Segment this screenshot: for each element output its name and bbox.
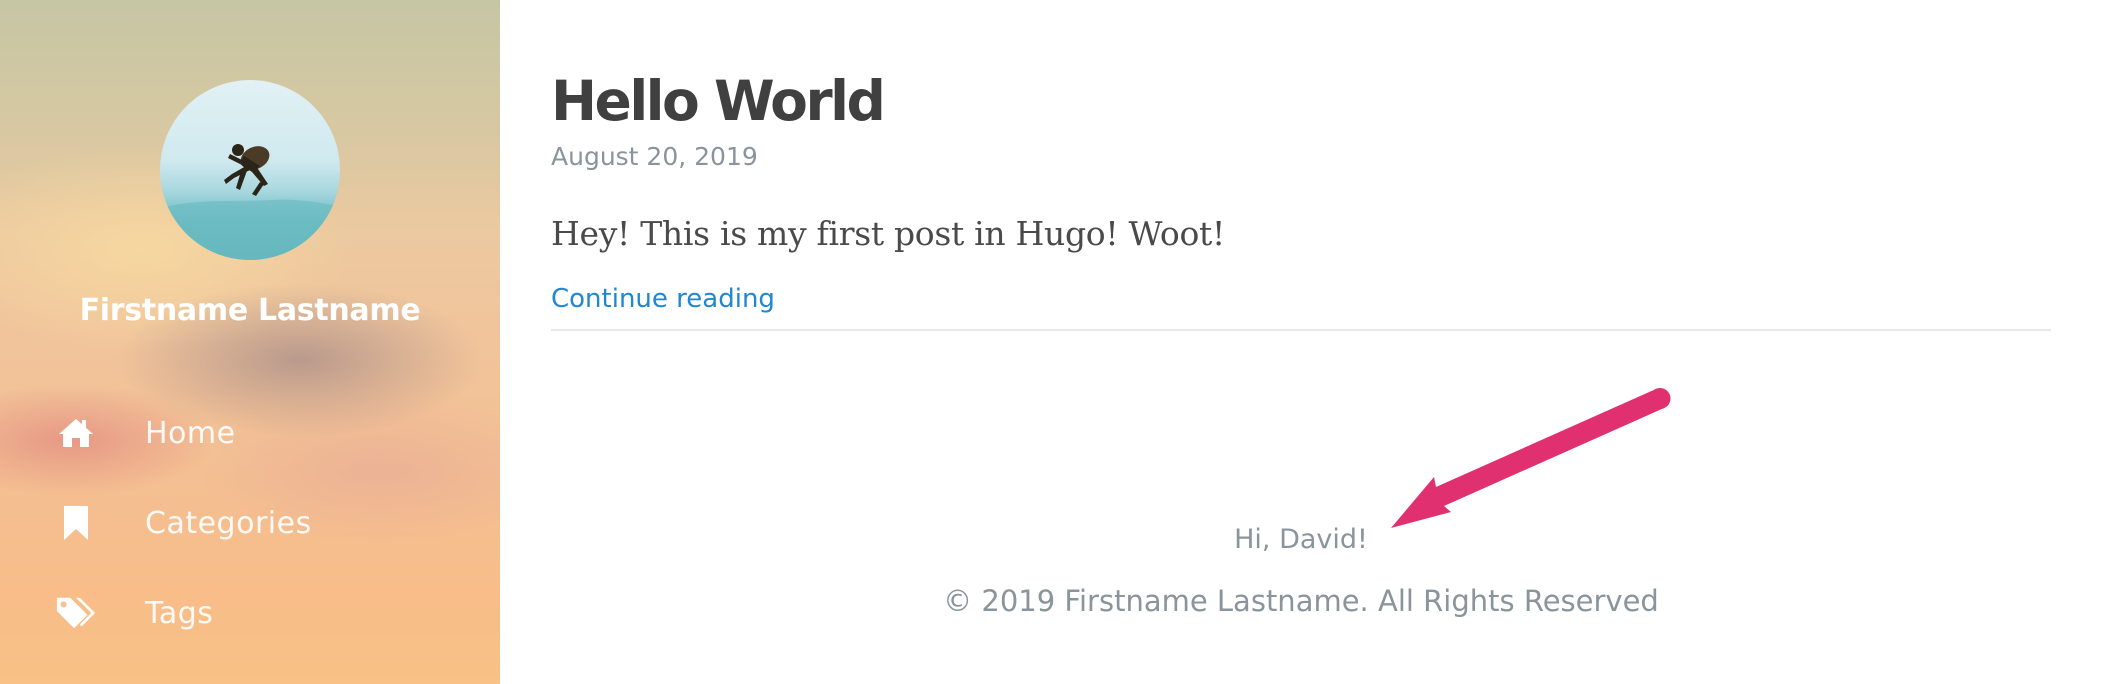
sidebar-item-tags[interactable]: Tags: [0, 583, 500, 643]
avatar-photo: [160, 144, 340, 260]
sidebar-item-categories[interactable]: Categories: [0, 493, 500, 553]
continue-reading-link[interactable]: Continue reading: [551, 284, 775, 314]
bookmark-icon: [55, 502, 97, 544]
post-date: August 20, 2019: [551, 142, 758, 171]
post-summary: Hey! This is my first post in Hugo! Woot…: [551, 214, 1225, 253]
divider: [551, 329, 2051, 331]
post-title[interactable]: Hello World: [551, 66, 886, 136]
main-content: Hello World August 20, 2019 Hey! This is…: [551, 0, 2051, 684]
sidebar-item-label: Tags: [145, 595, 214, 631]
tags-icon: [55, 592, 97, 634]
author-name[interactable]: Firstname Lastname: [0, 293, 500, 328]
footer-greeting: Hi, David!: [1234, 524, 1368, 555]
sidebar-item-label: Categories: [145, 505, 312, 541]
page: Firstname Lastname Home Categories Tags …: [0, 0, 2102, 684]
sidebar-item-label: Home: [145, 415, 236, 451]
footer-copyright: © 2019 Firstname Lastname. All Rights Re…: [943, 584, 1659, 618]
home-icon: [55, 412, 97, 454]
avatar: [160, 80, 340, 260]
sidebar-item-home[interactable]: Home: [0, 403, 500, 463]
sidebar: Firstname Lastname Home Categories Tags: [0, 0, 500, 684]
